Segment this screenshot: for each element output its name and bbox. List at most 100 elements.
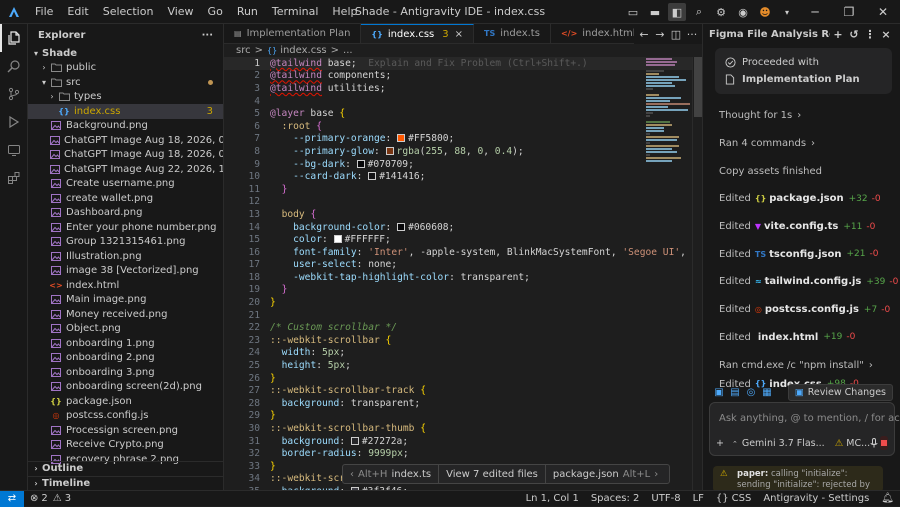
globe-icon[interactable]: ◎ [743, 387, 759, 398]
minimap[interactable] [646, 57, 690, 197]
problems-status[interactable]: ⊗ 2 ⚠ 3 [24, 493, 77, 504]
previous-edited-file-button[interactable]: ‹ Alt+H index.ts [343, 464, 440, 484]
arrow-right-icon[interactable]: → [652, 28, 668, 41]
tree-item[interactable]: Money received.png [28, 307, 223, 322]
tree-item[interactable]: Dashboard.png [28, 206, 223, 221]
edited-file-row[interactable]: Edited index.html +19 -0 [703, 324, 900, 352]
terminal-icon[interactable]: ▤ [727, 387, 743, 398]
folder-root[interactable]: ▾ Shade [28, 46, 223, 61]
scrollbar-thumb[interactable] [694, 57, 702, 117]
new-chat-icon[interactable]: + [830, 28, 846, 41]
browser-icon[interactable]: ◉ [734, 3, 752, 21]
source-control-icon[interactable] [0, 80, 28, 108]
breadcrumb-src[interactable]: src [236, 45, 251, 56]
history-icon[interactable]: ↺ [846, 28, 862, 41]
edited-file-row[interactable]: Edited{} package.json +32 -0 [703, 185, 900, 213]
tree-item[interactable]: {} index.css 3 [28, 104, 223, 119]
encoding[interactable]: UTF-8 [645, 493, 686, 504]
tree-item[interactable]: › public [28, 61, 223, 76]
run-debug-icon[interactable] [0, 108, 28, 136]
code-editor[interactable]: 1 @tailwind base; Explain and Fix Problem… [224, 57, 702, 490]
tree-item[interactable]: onboarding screen(2d).png [28, 380, 223, 395]
tree-item[interactable]: ◎ postcss.config.js [28, 409, 223, 424]
explorer-icon[interactable] [0, 24, 28, 52]
remote-explorer-icon[interactable] [0, 136, 28, 164]
tree-item[interactable]: Processign screen.png [28, 423, 223, 438]
tree-item[interactable]: › types [28, 90, 223, 105]
chat-input-placeholder[interactable]: Ask anything, @ to mention, / for action… [719, 413, 900, 424]
remote-indicator-icon[interactable]: ⇄ [0, 490, 24, 507]
extensions-icon[interactable] [0, 164, 28, 192]
close-icon[interactable]: × [455, 29, 463, 40]
thought-step[interactable]: Thought for 1s › [703, 102, 900, 130]
review-changes-button[interactable]: ▣ Review Changes [787, 383, 893, 401]
tree-item[interactable]: Object.png [28, 322, 223, 337]
tree-item[interactable]: ChatGPT Image Aug 22, 2026, 12_58_38 ... [28, 162, 223, 177]
outline-section[interactable]: › Outline [28, 461, 223, 475]
ran-commands-step[interactable]: Ran 4 commands › [703, 130, 900, 158]
tree-item[interactable]: image 38 [Vectorized].png [28, 264, 223, 279]
edited-file-row[interactable]: Edited ▼ vite.config.ts +11 -0 [703, 213, 900, 241]
tree-item[interactable]: {} package.json [28, 394, 223, 409]
file-icon[interactable]: ▣ [711, 387, 727, 398]
tab-index-html[interactable]: </> index.html [551, 24, 647, 43]
toggle-panel-icon[interactable]: ▬ [646, 3, 664, 21]
artifact-icon[interactable]: ▦ [759, 387, 775, 398]
search-icon[interactable] [0, 52, 28, 80]
edited-file-row[interactable]: Edited ≈ tailwind.config.js +39 -0 [703, 268, 900, 296]
arrow-left-icon[interactable]: ← [636, 28, 652, 41]
tree-item[interactable]: Enter your phone number.png [28, 220, 223, 235]
tab-index-css[interactable]: {} index.css 3 × [361, 24, 475, 43]
menu-terminal[interactable]: Terminal [265, 5, 326, 18]
split-editor-icon[interactable]: ◫ [668, 28, 684, 41]
indentation[interactable]: Spaces: 2 [585, 493, 646, 504]
tree-item[interactable]: ChatGPT Image Aug 18, 2026, 03_41_08 ... [28, 148, 223, 163]
add-context-icon[interactable]: + [716, 438, 724, 449]
tree-item[interactable]: Background.png [28, 119, 223, 134]
tree-item[interactable]: Illustration.png [28, 249, 223, 264]
minimize-button[interactable]: ─ [798, 0, 832, 24]
settings-gear-icon[interactable]: ⚙ [712, 3, 730, 21]
model-selector[interactable]: ⌃ Gemini 3.7 Flas... [732, 438, 825, 449]
search-icon[interactable]: ⌕ [690, 3, 708, 21]
microphone-icon[interactable] [870, 436, 878, 450]
mcp-warning[interactable]: ⚠ MC... [835, 438, 870, 449]
menu-go[interactable]: Go [201, 5, 230, 18]
antigravity-settings[interactable]: Antigravity - Settings [757, 493, 875, 504]
tree-item[interactable]: Create username.png [28, 177, 223, 192]
breadcrumb-file[interactable]: index.css [280, 45, 326, 56]
more-actions-icon[interactable]: ··· [202, 30, 213, 41]
maximize-button[interactable]: ❐ [832, 0, 866, 24]
tree-item[interactable]: create wallet.png [28, 191, 223, 206]
timeline-section[interactable]: › Timeline [28, 476, 223, 490]
view-edited-files-button[interactable]: View 7 edited files [439, 464, 546, 484]
account-chevron-icon[interactable]: ▾ [778, 3, 796, 21]
editor-scrollbar[interactable] [692, 57, 702, 490]
ran-npm-install-step[interactable]: Ran cmd.exe /c "npm install" › [703, 351, 900, 379]
tree-item[interactable]: Main image.png [28, 293, 223, 308]
notifications-bell-icon[interactable]: 🔔︎ [875, 493, 900, 504]
next-edited-file-button[interactable]: package.json Alt+L › [546, 464, 669, 484]
breadcrumb-symbol[interactable]: ... [343, 45, 353, 56]
inline-fix-hint[interactable]: Explain and Fix Problem (Ctrl+Shift+.) [368, 58, 588, 69]
tree-item[interactable]: onboarding 2.png [28, 351, 223, 366]
tree-item[interactable]: Receive Crypto.png [28, 438, 223, 453]
tree-item[interactable]: ▾ src [28, 75, 223, 90]
tree-item[interactable]: onboarding 3.png [28, 365, 223, 380]
tree-item[interactable]: onboarding 1.png [28, 336, 223, 351]
edited-file-row[interactable]: Edited ◎ postcss.config.js +7 -0 [703, 296, 900, 324]
tree-item[interactable]: Group 1321315461.png [28, 235, 223, 250]
cursor-position[interactable]: Ln 1, Col 1 [520, 493, 585, 504]
menu-selection[interactable]: Selection [96, 5, 161, 18]
menu-file[interactable]: File [28, 5, 60, 18]
toggle-sidebar-icon[interactable]: ▭ [624, 3, 642, 21]
stop-button[interactable] [880, 436, 888, 450]
menu-help[interactable]: Help [325, 5, 364, 18]
end-of-line[interactable]: LF [687, 493, 710, 504]
close-icon[interactable]: × [878, 28, 894, 41]
account-icon[interactable]: ☻ [756, 3, 774, 21]
implementation-plan-link[interactable]: Implementation Plan [723, 71, 884, 88]
chat-input-box[interactable]: Ask anything, @ to mention, / for action… [709, 402, 900, 456]
edited-file-row[interactable]: Edited TS tsconfig.json +21 -0 [703, 240, 900, 268]
tree-item[interactable]: ChatGPT Image Aug 18, 2026, 03_41_08 ... [28, 133, 223, 148]
